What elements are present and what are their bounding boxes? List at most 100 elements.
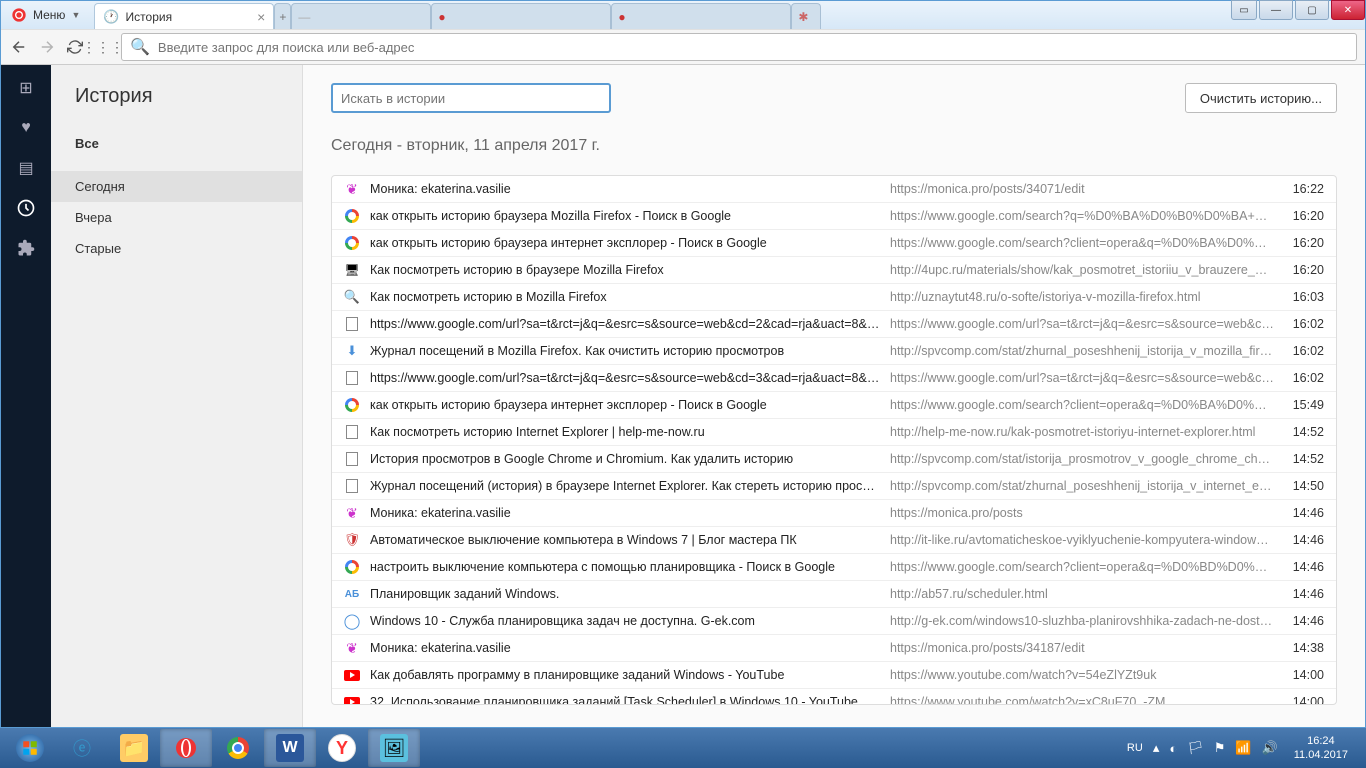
- history-row[interactable]: ❦Моника: ekaterina.vasiliehttps://monica…: [332, 500, 1336, 527]
- history-row[interactable]: ❦Моника: ekaterina.vasiliehttps://monica…: [332, 635, 1336, 662]
- history-url: https://www.google.com/search?q=%D0%BA%D…: [890, 209, 1284, 223]
- taskbar-ie[interactable]: ⓔ: [56, 729, 108, 767]
- history-row[interactable]: ❦Моника: ekaterina.vasiliehttps://monica…: [332, 176, 1336, 203]
- history-row[interactable]: Как добавлять программу в планировщике з…: [332, 662, 1336, 689]
- history-row[interactable]: 🛡Автоматическое выключение компьютера в …: [332, 527, 1336, 554]
- sidebar-item-today[interactable]: Сегодня: [51, 171, 302, 202]
- history-title: настроить выключение компьютера с помощь…: [370, 560, 890, 574]
- tab-inactive[interactable]: ●: [431, 3, 611, 29]
- clear-history-button[interactable]: Очистить историю...: [1185, 83, 1337, 113]
- history-url: http://4upc.ru/materials/show/kak_posmot…: [890, 263, 1284, 277]
- menu-button[interactable]: Меню ▼: [1, 1, 90, 29]
- history-row[interactable]: https://www.google.com/url?sa=t&rct=j&q=…: [332, 365, 1336, 392]
- history-row[interactable]: 🔍 Как посмотреть историю в Mozilla Firefo…: [332, 284, 1336, 311]
- taskbar-word[interactable]: W: [264, 729, 316, 767]
- maximize-button[interactable]: ▢: [1295, 0, 1329, 20]
- extensions-icon[interactable]: [15, 237, 37, 259]
- tray-volume-icon[interactable]: 🔊: [1262, 740, 1278, 756]
- history-time: 16:22: [1284, 182, 1324, 196]
- tray-action-icon[interactable]: ⚑: [1214, 740, 1226, 756]
- back-button[interactable]: [9, 37, 29, 57]
- apps-icon[interactable]: ⋮⋮⋮: [93, 37, 113, 57]
- browser-window: Меню ▼ 🕐 История × + — ● ● ✱ ▭ — ▢ ✕ ⋮⋮⋮: [0, 0, 1366, 728]
- history-time: 14:52: [1284, 452, 1324, 466]
- search-history-input[interactable]: [331, 83, 611, 113]
- history-row[interactable]: 32. Использование планировщика заданий […: [332, 689, 1336, 705]
- tray-arrow-icon[interactable]: ▴: [1153, 740, 1160, 756]
- history-row[interactable]: настроить выключение компьютера с помощь…: [332, 554, 1336, 581]
- taskbar-chrome[interactable]: [212, 729, 264, 767]
- history-url: https://monica.pro/posts/34187/edit: [890, 641, 1284, 655]
- history-url: http://it-like.ru/avtomaticheskoe-vyikly…: [890, 533, 1284, 547]
- history-title: Как посмотреть историю в браузере Mozill…: [370, 263, 890, 277]
- dock-button[interactable]: ▭: [1231, 0, 1257, 20]
- speed-dial-icon[interactable]: ⊞: [15, 77, 37, 99]
- news-icon[interactable]: ▤: [15, 157, 37, 179]
- sidebar-item-older[interactable]: Старые: [51, 233, 302, 264]
- history-url: http://spvcomp.com/stat/istorija_prosmot…: [890, 452, 1284, 466]
- tab-inactive[interactable]: ●: [611, 3, 791, 29]
- history-title: https://www.google.com/url?sa=t&rct=j&q=…: [370, 317, 890, 331]
- favicon: 🔍: [344, 289, 360, 305]
- bookmarks-icon[interactable]: ♥: [15, 117, 37, 139]
- history-row[interactable]: 🖥Как посмотреть историю в браузере Mozil…: [332, 257, 1336, 284]
- close-button[interactable]: ✕: [1331, 0, 1365, 20]
- history-title: как открыть историю браузера Mozilla Fir…: [370, 209, 890, 223]
- history-time: 16:03: [1284, 290, 1324, 304]
- favicon: [344, 667, 360, 683]
- history-title: Автоматическое выключение компьютера в W…: [370, 533, 890, 547]
- history-title: 32. Использование планировщика заданий […: [370, 695, 890, 705]
- start-button[interactable]: [4, 729, 56, 767]
- history-row[interactable]: Журнал посещений (история) в браузере In…: [332, 473, 1336, 500]
- taskbar-photos[interactable]: 🖼: [368, 729, 420, 767]
- address-bar[interactable]: 🔍: [121, 33, 1357, 61]
- history-title: Планировщик заданий Windows.: [370, 587, 890, 601]
- tab-inactive[interactable]: ✱: [791, 3, 821, 29]
- history-title: Как добавлять программу в планировщике з…: [370, 668, 890, 682]
- history-title: Как посмотреть историю Internet Explorer…: [370, 425, 890, 439]
- tray-flag-icon[interactable]: 🏳: [1187, 740, 1204, 756]
- history-row[interactable]: АБПланировщик заданий Windows.http://ab5…: [332, 581, 1336, 608]
- history-rail-icon[interactable]: [15, 197, 37, 219]
- history-title: как открыть историю браузера интернет эк…: [370, 398, 890, 412]
- sidebar-item-yesterday[interactable]: Вчера: [51, 202, 302, 233]
- history-time: 14:52: [1284, 425, 1324, 439]
- tray-lang[interactable]: RU: [1127, 742, 1143, 754]
- favicon: [344, 235, 360, 251]
- history-row[interactable]: как открыть историю браузера Mozilla Fir…: [332, 203, 1336, 230]
- new-tab-button[interactable]: +: [274, 3, 291, 29]
- address-input[interactable]: [158, 40, 1348, 55]
- forward-button[interactable]: [37, 37, 57, 57]
- history-row[interactable]: как открыть историю браузера интернет эк…: [332, 230, 1336, 257]
- sidebar-item-all[interactable]: Все: [51, 128, 302, 159]
- close-icon[interactable]: ×: [257, 9, 265, 25]
- tray-icon[interactable]: ◐: [1169, 741, 1177, 756]
- history-row[interactable]: https://www.google.com/url?sa=t&rct=j&q=…: [332, 311, 1336, 338]
- favicon: [344, 451, 360, 467]
- history-title: Как посмотреть историю в Mozilla Firefox: [370, 290, 890, 304]
- taskbar-yandex[interactable]: Y: [316, 729, 368, 767]
- history-title: Моника: ekaterina.vasilie: [370, 641, 890, 655]
- toolbar: Очистить историю...: [331, 83, 1337, 113]
- minimize-button[interactable]: —: [1259, 0, 1293, 20]
- tray-clock[interactable]: 16:24 11.04.2017: [1288, 734, 1354, 763]
- history-row[interactable]: ◯Windows 10 - Служба планировщика задач …: [332, 608, 1336, 635]
- history-time: 14:50: [1284, 479, 1324, 493]
- history-time: 14:38: [1284, 641, 1324, 655]
- history-time: 16:02: [1284, 371, 1324, 385]
- tray-network-icon[interactable]: 📶: [1235, 740, 1251, 756]
- taskbar-explorer[interactable]: 📁: [108, 729, 160, 767]
- history-url: http://help-me-now.ru/kak-posmotret-isto…: [890, 425, 1284, 439]
- content: ⊞ ♥ ▤ История Все Сегодня Вчера Старые О…: [1, 65, 1365, 727]
- history-url: https://www.google.com/search?client=ope…: [890, 560, 1284, 574]
- taskbar-opera[interactable]: [160, 729, 212, 767]
- history-row[interactable]: История просмотров в Google Chrome и Chr…: [332, 446, 1336, 473]
- favicon: [344, 316, 360, 332]
- history-row[interactable]: Как посмотреть историю Internet Explorer…: [332, 419, 1336, 446]
- history-url: http://spvcomp.com/stat/zhurnal_poseshhe…: [890, 479, 1284, 493]
- history-row[interactable]: как открыть историю браузера интернет эк…: [332, 392, 1336, 419]
- history-time: 14:46: [1284, 560, 1324, 574]
- tab-inactive[interactable]: —: [291, 3, 431, 29]
- history-row[interactable]: ⬇Журнал посещений в Mozilla Firefox. Как…: [332, 338, 1336, 365]
- tab-active[interactable]: 🕐 История ×: [94, 3, 274, 29]
